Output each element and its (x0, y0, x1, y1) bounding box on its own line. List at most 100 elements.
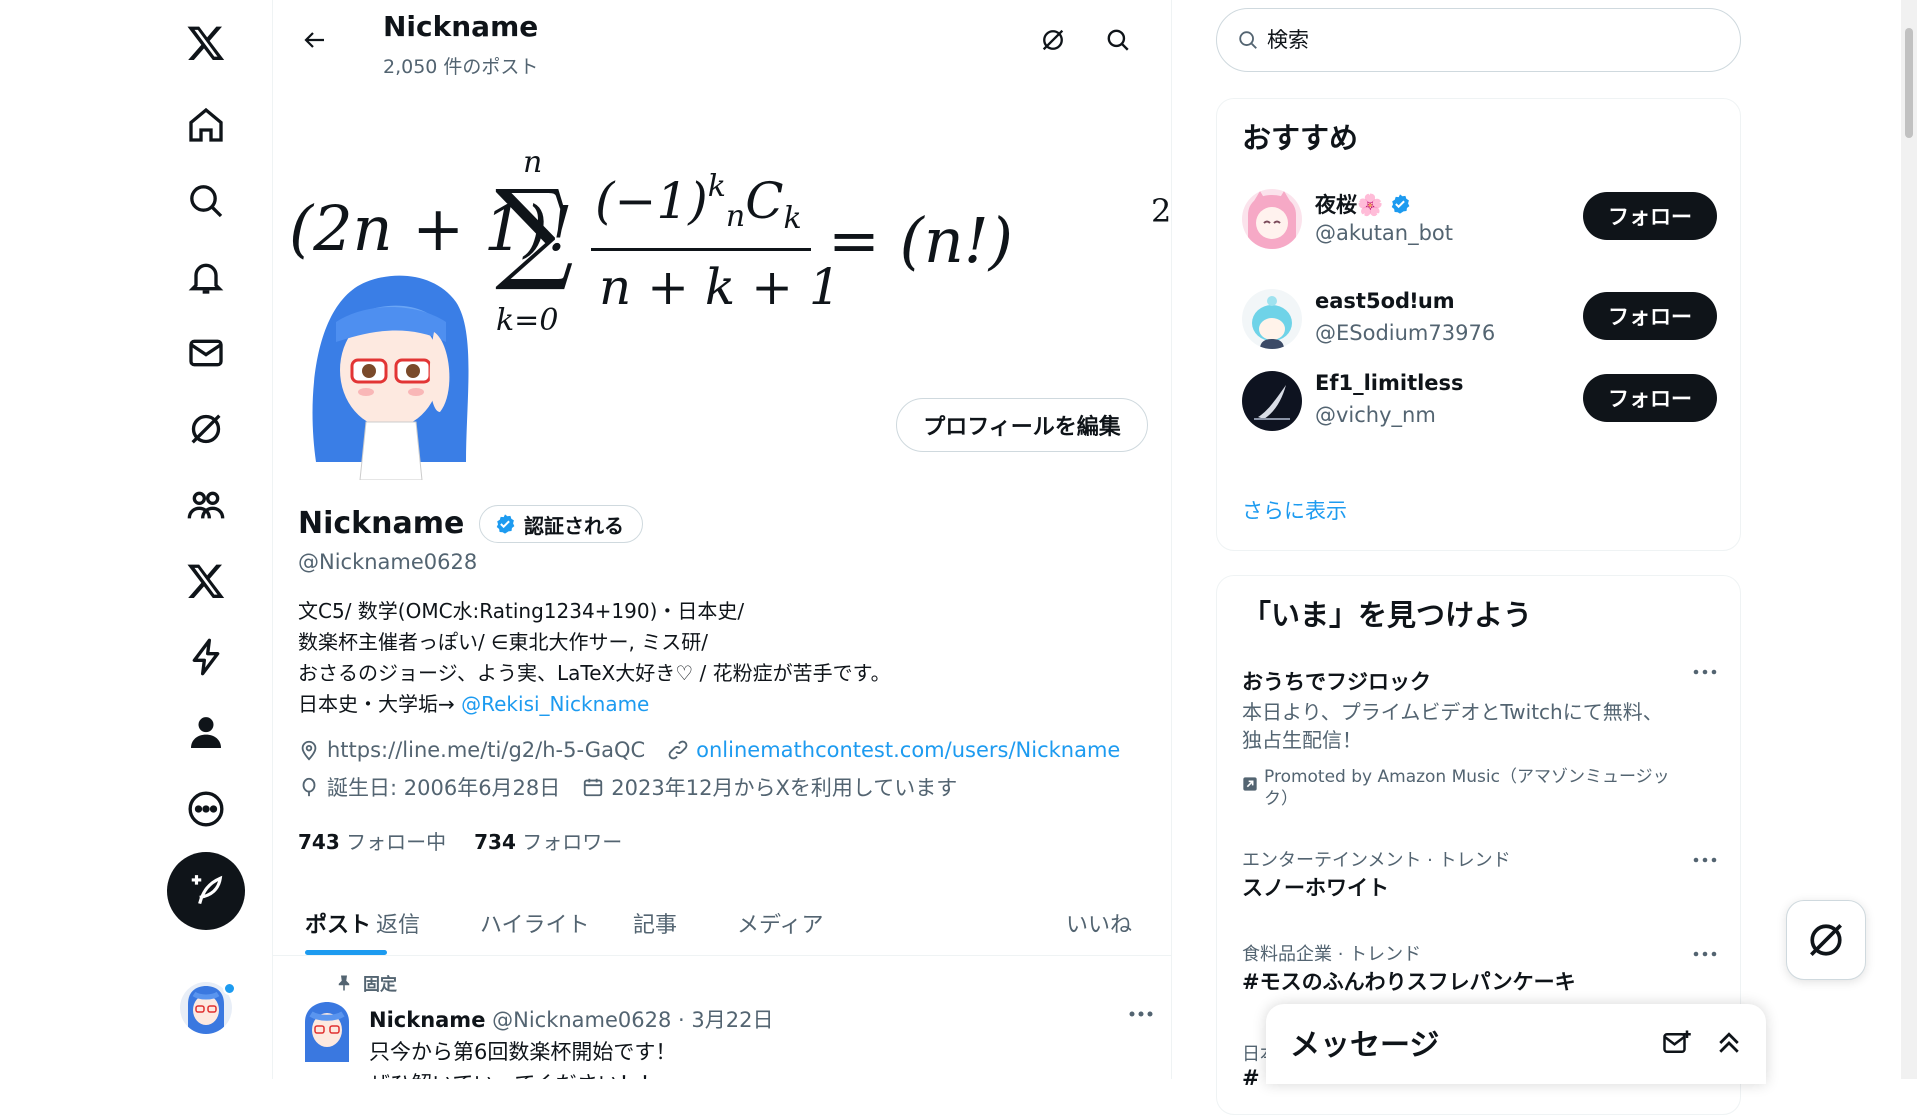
trend-item[interactable]: おうちでフジロック 本日より、プライムビデオとTwitchにて無料、 独占生配信… (1217, 666, 1740, 826)
profile-header-bar: Nickname 2,050 件のポスト (273, 0, 1171, 80)
recommendation-item[interactable]: Ef1_limitless @vichy_nm フォロー (1217, 361, 1740, 461)
more-icon[interactable] (1687, 942, 1723, 966)
premium-icon[interactable] (175, 550, 237, 612)
post-more-icon[interactable] (1121, 1000, 1161, 1028)
grok-icon[interactable] (175, 398, 237, 460)
trend-title: おうちでフジロック (1242, 670, 1431, 694)
header-name: Nickname (383, 10, 539, 43)
edit-profile-button[interactable]: プロフィールを編集 (896, 398, 1148, 452)
post-author-avatar[interactable] (301, 1000, 353, 1062)
notification-dot (223, 982, 236, 995)
who-to-follow-title: おすすめ (1242, 121, 1359, 155)
notifications-icon[interactable] (175, 246, 237, 308)
trend-title: スノーホワイト (1242, 876, 1389, 900)
grok-icon[interactable] (1033, 20, 1073, 60)
followers-link[interactable]: 734 フォロワー (474, 826, 622, 855)
trend-title: #モスのふんわりスフレパンケーキ (1242, 970, 1576, 994)
svg-text:n: n (523, 145, 542, 180)
tab-replies[interactable]: 返信 (376, 890, 420, 956)
verified-badge-icon (496, 514, 515, 534)
post-line: ぜひ解いていってください！！ (369, 1068, 676, 1079)
promoted-label: ク） (1264, 789, 1298, 809)
profile-joined: 2023年12月からXを利用しています (611, 776, 958, 800)
messages-drawer[interactable]: メッセージ (1266, 1004, 1766, 1084)
active-tab-indicator (305, 950, 387, 955)
tab-highlights[interactable]: ハイライト (480, 890, 590, 956)
profile-meta-row: 誕生日: 2006年6月28日 2023年12月からXを利用しています (298, 772, 957, 802)
post-meta: @Nickname0628 · 3月22日 (492, 1008, 774, 1032)
trend-item[interactable]: 食料品企業 · トレンド #モスのふんわりスフレパンケーキ (1217, 940, 1740, 1010)
left-navigation (0, 0, 272, 1079)
user-name[interactable]: 夜桜🌸 (1315, 189, 1383, 219)
bio-line: 文C5/ 数学(OMC水:Rating1234+190)・日本史/ (298, 599, 745, 623)
svg-text:n + k + 1: n + k + 1 (599, 258, 841, 316)
tab-posts[interactable]: ポスト (305, 890, 371, 956)
follow-button[interactable]: フォロー (1583, 192, 1717, 240)
messages-icon[interactable] (175, 322, 237, 384)
following-link[interactable]: 743 フォロー中 (298, 826, 446, 855)
user-avatar[interactable] (1242, 371, 1302, 431)
more-icon[interactable] (175, 778, 237, 840)
search-input[interactable] (1267, 28, 1707, 52)
following-count: 743 (298, 830, 340, 854)
profile-website-link[interactable]: onlinemathcontest.com/users/Nickname (696, 738, 1120, 762)
explore-icon[interactable] (175, 170, 237, 232)
communities-icon[interactable] (175, 474, 237, 536)
compose-post-button[interactable] (167, 852, 245, 930)
svg-text:k=0: k=0 (496, 303, 558, 338)
grok-floating-button[interactable] (1786, 900, 1866, 980)
post-line: 只今から第6回数楽杯開始です！ (369, 1040, 677, 1064)
scrollbar-thumb[interactable] (1905, 28, 1913, 138)
profile-icon[interactable] (175, 702, 237, 764)
search-box[interactable] (1216, 8, 1741, 72)
tab-media[interactable]: メディア (737, 890, 823, 956)
profile-location: https://line.me/ti/g2/h-5-GaQC (327, 738, 646, 762)
trend-item[interactable]: エンターテインメント · トレンド スノーホワイト (1217, 846, 1740, 916)
trend-title: # (1242, 1066, 1260, 1090)
profile-avatar[interactable] (306, 272, 474, 481)
calendar-icon (584, 778, 603, 797)
follow-button[interactable]: フォロー (1583, 374, 1717, 422)
bio-line-prefix: 日本史・大学垢→ (298, 692, 462, 716)
who-to-follow-panel: おすすめ 夜桜🌸 @akutan_bot フォロー east5odǃum @ES… (1216, 98, 1741, 551)
location-icon (301, 740, 317, 761)
trend-category: エンターテインメント · トレンド (1242, 850, 1511, 871)
recommendation-item[interactable]: 夜桜🌸 @akutan_bot フォロー (1217, 179, 1740, 279)
search-icon (1239, 31, 1257, 49)
trend-category: 食料品企業 · トレンド (1242, 944, 1422, 965)
more-icon[interactable] (1687, 660, 1723, 684)
user-handle: @akutan_bot (1315, 221, 1454, 245)
profile-meta-row: https://line.me/ti/g2/h-5-GaQC onlinemat… (298, 738, 1120, 762)
tab-articles[interactable]: 記事 (633, 890, 677, 956)
promoted-label: Promoted by Amazon Music（アマゾンミュージッ (1264, 767, 1670, 787)
post-author-name[interactable]: Nickname (369, 1008, 485, 1032)
follow-button[interactable]: フォロー (1583, 292, 1717, 340)
more-icon[interactable] (1687, 848, 1723, 872)
home-icon[interactable] (175, 94, 237, 156)
tab-likes[interactable]: いいね (1066, 890, 1132, 956)
bio-mention-link[interactable]: @Rekisi_Nickname (461, 692, 649, 716)
expand-chevron-icon[interactable] (1714, 1028, 1744, 1062)
profile-bio: 文C5/ 数学(OMC水:Rating1234+190)・日本史/ 数楽杯主催者… (298, 596, 891, 720)
x-logo-icon[interactable] (175, 12, 237, 74)
show-more-link[interactable]: さらに表示 (1242, 495, 1347, 525)
user-avatar[interactable] (1242, 289, 1302, 349)
search-icon[interactable] (1098, 20, 1138, 60)
post-header: Nickname @Nickname0628 · 3月22日 (369, 1004, 773, 1034)
new-message-icon[interactable] (1662, 1028, 1692, 1062)
page-scrollbar[interactable] (1901, 0, 1917, 1079)
svg-text:∑: ∑ (495, 166, 574, 294)
followers-label: フォロワー (522, 830, 623, 854)
post-text: 只今から第6回数楽杯開始です！ ぜひ解いていってください！！ (369, 1036, 676, 1079)
get-verified-button[interactable]: 認証される (479, 505, 643, 543)
verified-badge-icon (1391, 194, 1410, 214)
user-avatar[interactable] (1242, 189, 1302, 249)
user-name[interactable]: Ef1_limitless (1315, 371, 1464, 395)
back-arrow-icon[interactable] (295, 20, 335, 60)
user-name[interactable]: east5odǃum (1315, 289, 1455, 313)
profile-tabs: ポスト 返信 ハイライト 記事 メディア いいね (273, 890, 1171, 956)
svg-text:2: 2 (1151, 192, 1171, 230)
profile-birthday: 誕生日: 2006年6月28日 (327, 776, 561, 800)
verified-orgs-icon[interactable] (175, 626, 237, 688)
compose-post-icon (191, 875, 223, 905)
